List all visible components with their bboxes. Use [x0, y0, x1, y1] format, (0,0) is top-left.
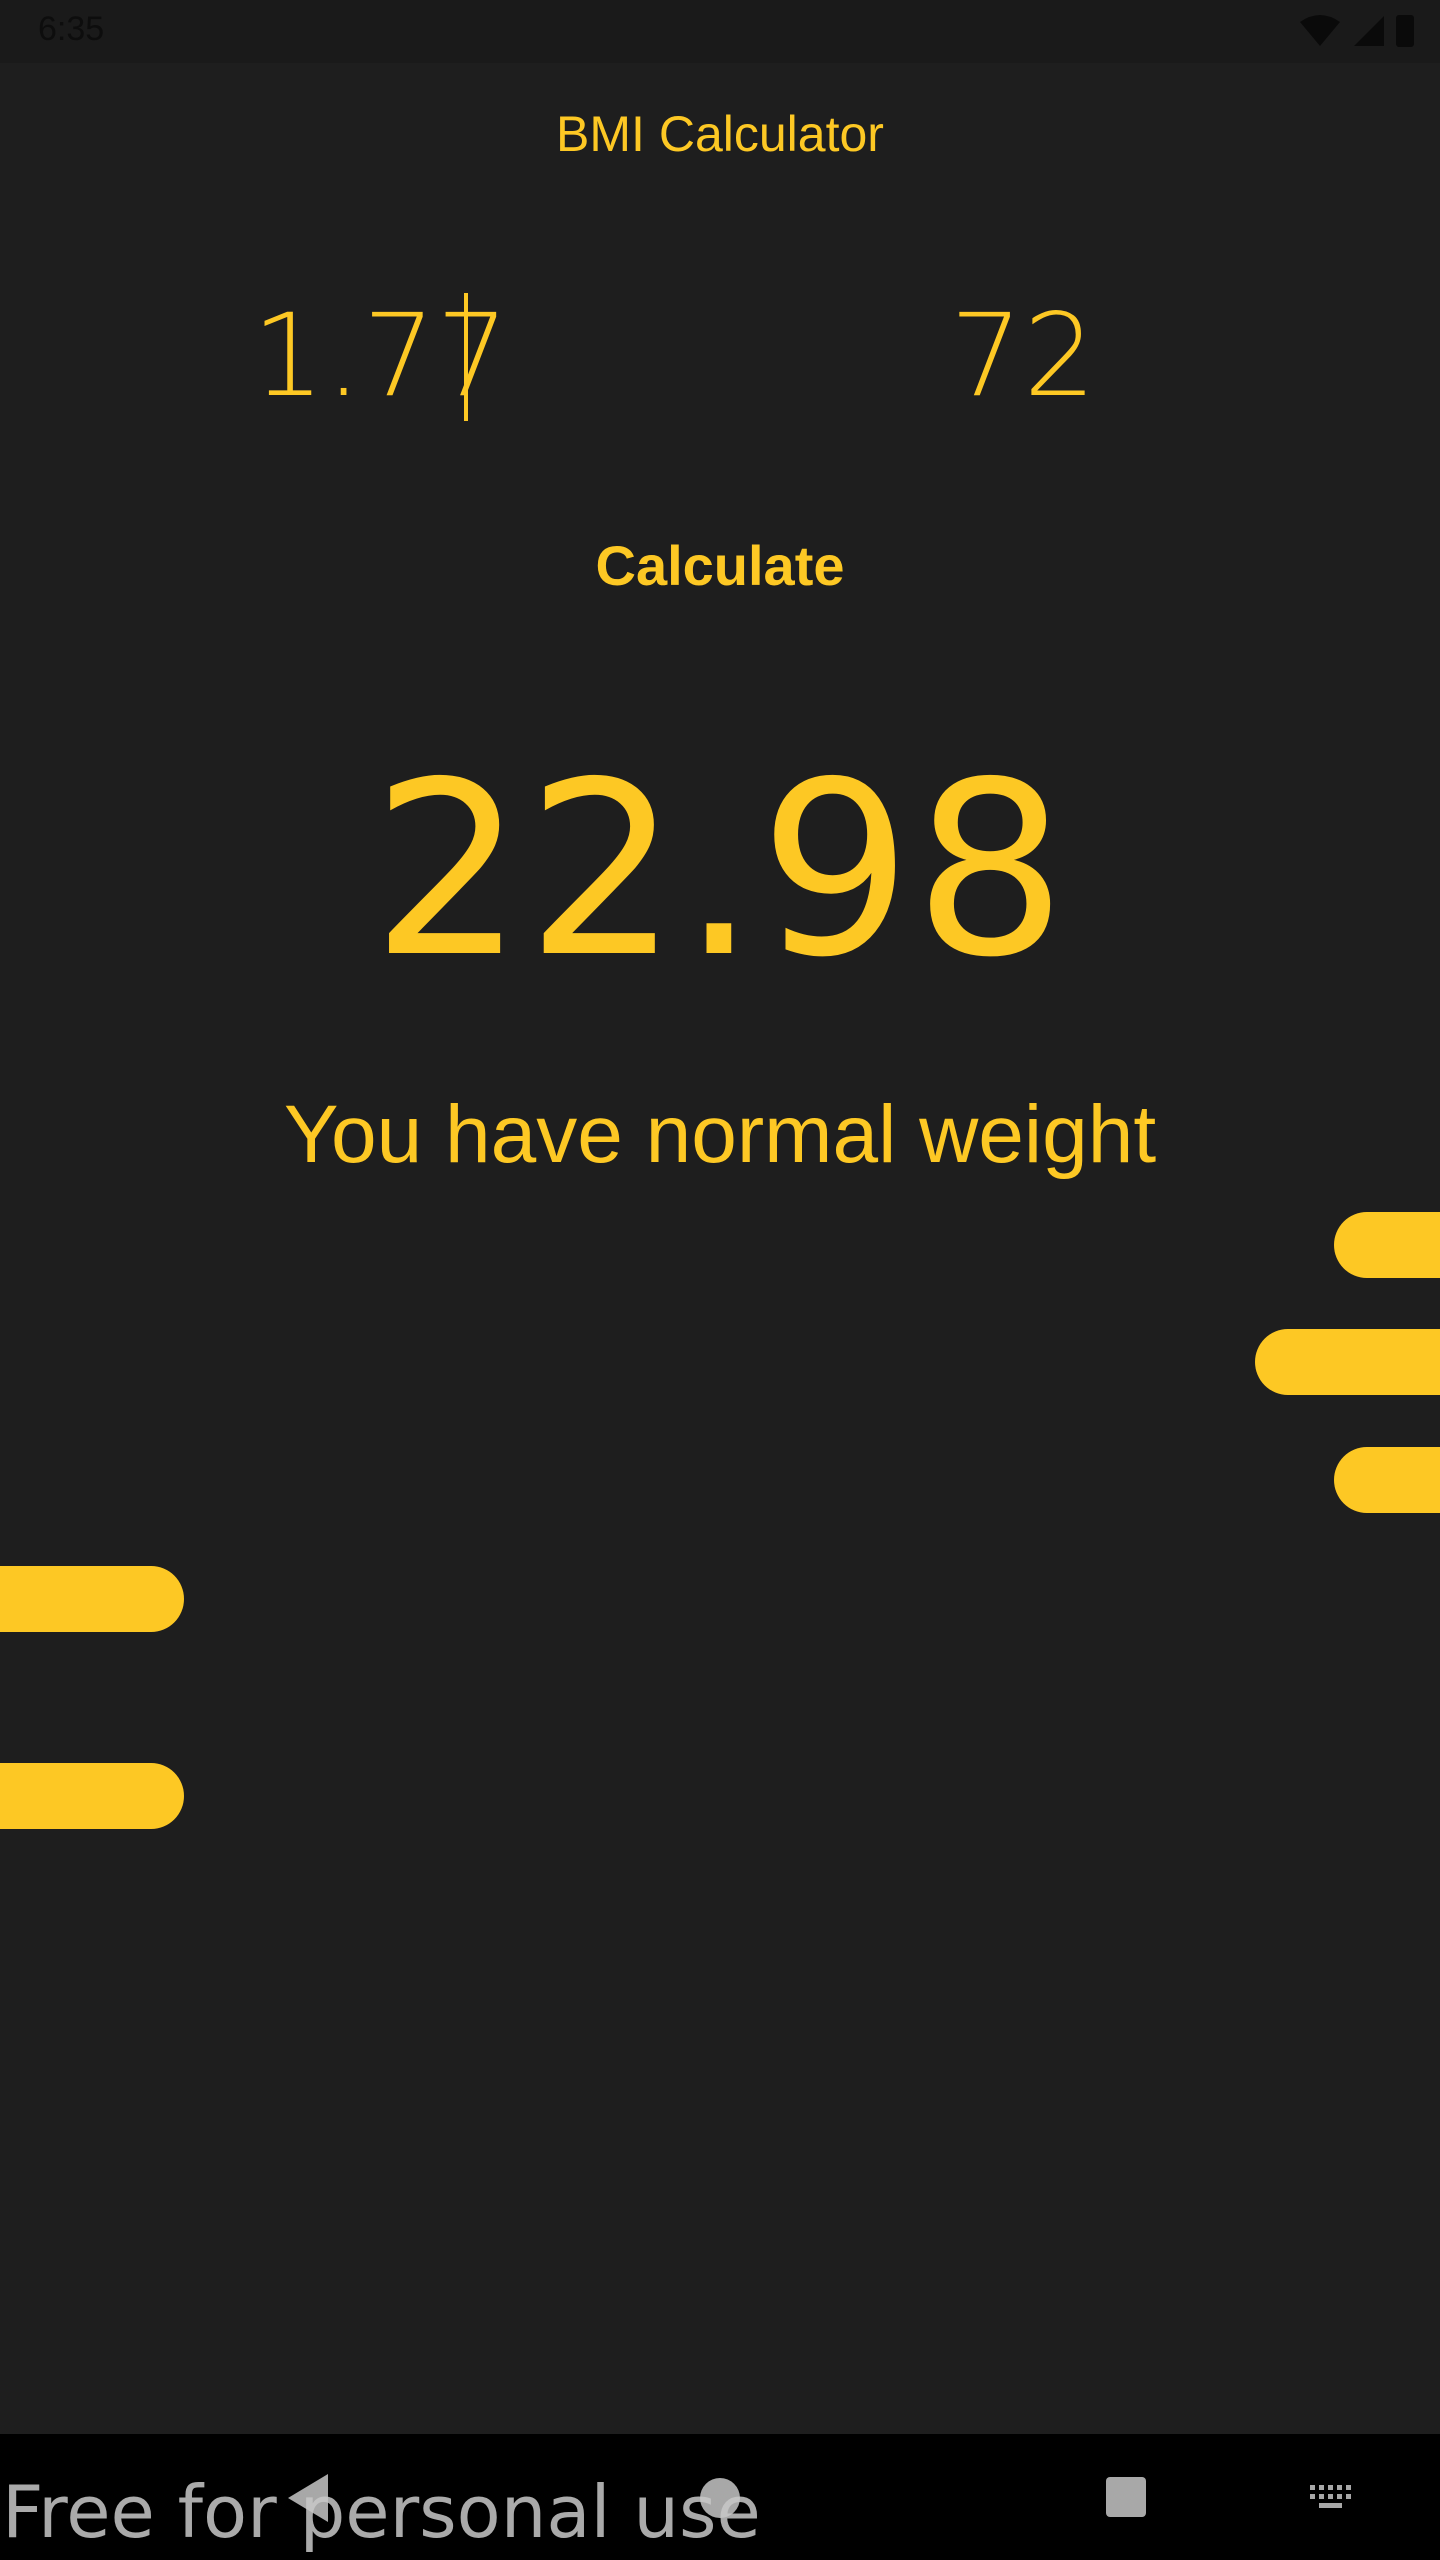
height-input[interactable]	[252, 280, 612, 430]
status-time: 6:35	[38, 10, 105, 48]
bmi-result-message: You have normal weight	[283, 1089, 1157, 1180]
bmi-result-value: 22.98	[371, 730, 1069, 1010]
decorative-pill	[1334, 1212, 1440, 1278]
wifi-icon	[1300, 15, 1340, 46]
calculate-button[interactable]: Calculate	[520, 520, 920, 610]
text-cursor	[464, 293, 468, 421]
signal-icon	[1354, 16, 1384, 46]
app-title: BMI Calculator	[556, 106, 884, 162]
battery-icon	[1396, 15, 1414, 47]
decorative-pill	[1334, 1447, 1440, 1513]
status-icons	[1298, 14, 1414, 48]
watermark-text: Free for personal use	[2, 2470, 761, 2554]
decorative-pill	[0, 1763, 184, 1829]
recents-icon[interactable]	[1106, 2477, 1146, 2517]
weight-input[interactable]	[950, 280, 1250, 430]
keyboard-icon[interactable]	[1308, 2483, 1352, 2511]
decorative-pill	[1255, 1329, 1440, 1395]
decorative-pill	[0, 1566, 184, 1632]
status-bar: 6:35	[0, 0, 1440, 63]
bmi-screen: 6:35 BMI Calculator Calculate 22.98 You …	[0, 0, 1440, 2560]
